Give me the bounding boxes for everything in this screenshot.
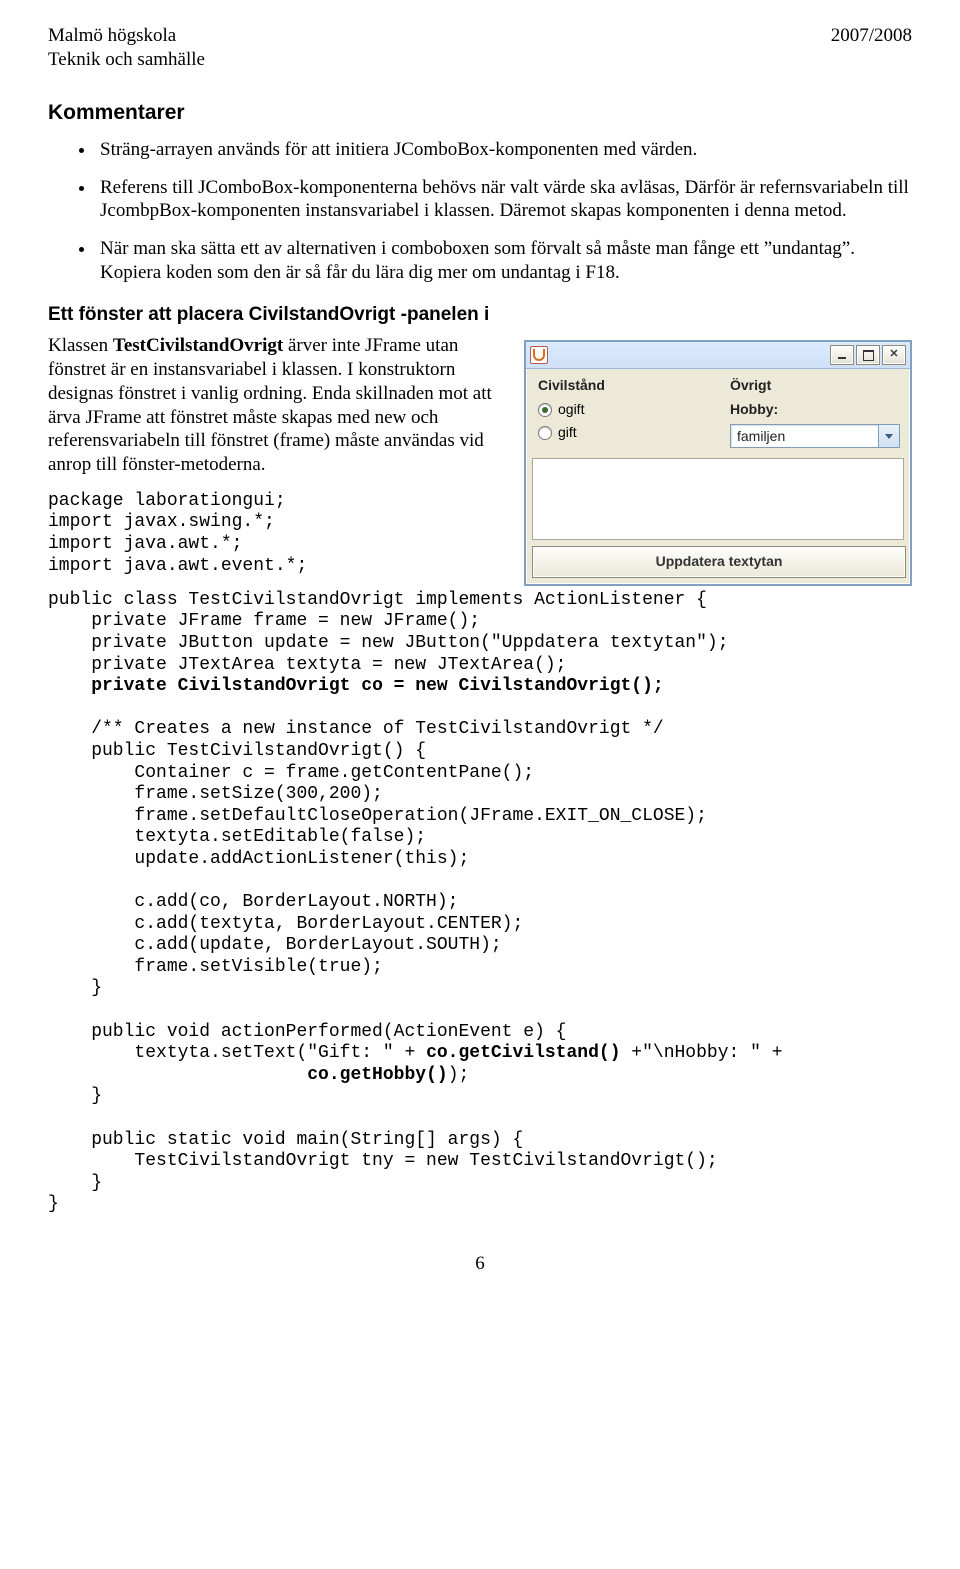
titlebar (526, 342, 910, 369)
close-button[interactable] (882, 345, 906, 365)
button-bar: Uppdatera textytan (526, 540, 910, 584)
update-button[interactable]: Uppdatera textytan (532, 546, 906, 578)
radio-gift[interactable]: gift (538, 424, 708, 442)
radio-label: gift (558, 424, 577, 442)
java-icon (530, 346, 548, 364)
ovrigt-label: Övrigt (730, 377, 900, 395)
page-number: 6 (48, 1252, 912, 1276)
paragraph: Klassen TestCivilstandOvrigt ärver inte … (48, 334, 508, 477)
bullet-item: Referens till JComboBox-komponenterna be… (96, 176, 912, 224)
bullet-list: Sträng-arrayen används för att initiera … (48, 138, 912, 285)
paragraph-bold: TestCivilstandOvrigt (113, 335, 283, 356)
code-snippet-imports: package laborationgui; import javax.swin… (48, 491, 508, 577)
civilstand-panel: Civilstånd ogift gift (526, 369, 718, 458)
text-area (532, 458, 904, 540)
bullet-item: Sträng-arrayen används för att initiera … (96, 138, 912, 162)
civilstand-label: Civilstånd (538, 377, 708, 395)
bullet-item: När man ska sätta ett av alternativen i … (96, 237, 912, 285)
header-left-line2: Teknik och samhälle (48, 48, 205, 72)
top-panel: Civilstånd ogift gift Övrigt Hobby: fami… (526, 369, 910, 458)
paragraph-part: Klassen (48, 335, 113, 356)
maximize-button[interactable] (856, 345, 880, 365)
page-header: Malmö högskola Teknik och samhälle 2007/… (48, 24, 912, 72)
chevron-down-icon[interactable] (878, 425, 899, 447)
section-heading: Kommentarer (48, 100, 912, 126)
header-left-line1: Malmö högskola (48, 24, 205, 48)
header-left: Malmö högskola Teknik och samhälle (48, 24, 205, 72)
combo-selected-value: familjen (731, 428, 878, 446)
minimize-button[interactable] (830, 345, 854, 365)
hobby-combo[interactable]: familjen (730, 424, 900, 448)
java-window: Civilstånd ogift gift Övrigt Hobby: fami… (524, 340, 912, 586)
hobby-label: Hobby: (730, 401, 900, 419)
radio-dot-icon (538, 426, 552, 440)
radio-label: ogift (558, 401, 584, 419)
subsection-heading: Ett fönster att placera CivilstandOvrigt… (48, 303, 912, 327)
header-right: 2007/2008 (831, 24, 912, 72)
code-block-main: public class TestCivilstandOvrigt implem… (48, 590, 912, 1216)
ovrigt-panel: Övrigt Hobby: familjen (718, 369, 910, 458)
radio-ogift[interactable]: ogift (538, 401, 708, 419)
radio-dot-icon (538, 403, 552, 417)
